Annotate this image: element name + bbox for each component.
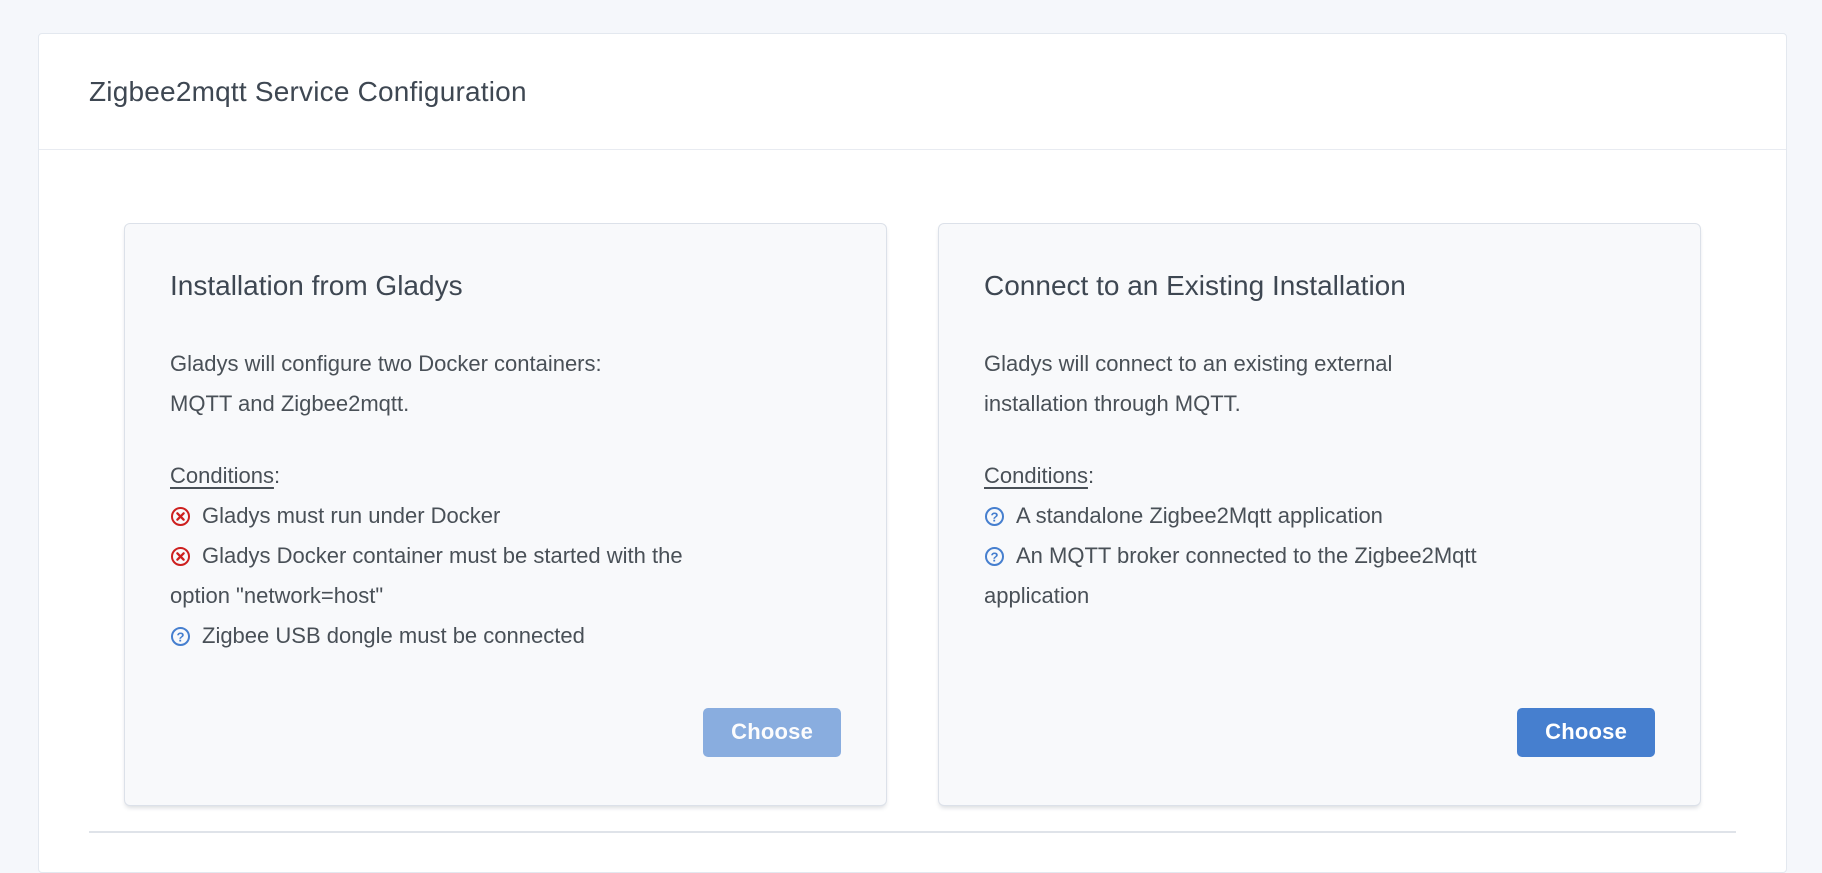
question-circle-icon: ? [170, 616, 191, 656]
conditions-heading: Conditions: [984, 456, 1655, 496]
condition-item: ? Gladys must run under Docker [170, 496, 730, 536]
conditions-colon: : [1087, 463, 1095, 488]
choose-local-installation-button[interactable]: Choose [703, 708, 841, 757]
panel-header: Zigbee2mqtt Service Configuration [39, 34, 1786, 150]
installation-options-row: Installation from Gladys Gladys will con… [124, 223, 1701, 806]
condition-text: Gladys Docker container must be started … [170, 543, 683, 608]
button-row: Choose [170, 708, 841, 757]
card-installation-from-gladys: Installation from Gladys Gladys will con… [124, 223, 887, 806]
conditions-label: Conditions [170, 463, 274, 488]
question-circle-icon: ? [984, 496, 1005, 536]
button-row: Choose [984, 708, 1655, 757]
svg-text:?: ? [990, 509, 998, 524]
condition-text: A standalone Zigbee2Mqtt application [1016, 503, 1383, 528]
condition-item: ? An MQTT broker connected to the Zigbee… [984, 536, 1544, 616]
section-divider [89, 831, 1736, 833]
condition-text: An MQTT broker connected to the Zigbee2M… [984, 543, 1477, 608]
conditions-block: Conditions: ? Gladys must run under Dock… [170, 456, 841, 656]
condition-text: Gladys must run under Docker [202, 503, 501, 528]
card-description: Gladys will connect to an existing exter… [984, 351, 1393, 416]
conditions-heading: Conditions: [170, 456, 841, 496]
service-configuration-panel: Zigbee2mqtt Service Configuration Instal… [38, 33, 1787, 873]
page-title: Zigbee2mqtt Service Configuration [89, 75, 527, 107]
card-connect-existing-installation: Connect to an Existing Installation Glad… [938, 223, 1701, 806]
conditions-colon: : [273, 463, 281, 488]
condition-item: ? A standalone Zigbee2Mqtt application [984, 496, 1544, 536]
card-description: Gladys will configure two Docker contain… [170, 351, 602, 416]
conditions-label: Conditions [984, 463, 1088, 488]
card-title: Installation from Gladys [170, 270, 463, 301]
times-circle-icon: ? [170, 496, 191, 536]
svg-text:?: ? [990, 549, 998, 564]
choose-existing-installation-button[interactable]: Choose [1517, 708, 1655, 757]
conditions-block: Conditions: ? A standalone Zigbee2Mqtt a… [984, 456, 1655, 616]
condition-item: ? Zigbee USB dongle must be connected [170, 616, 730, 656]
question-circle-icon: ? [984, 536, 1005, 576]
svg-text:?: ? [176, 629, 184, 644]
card-title: Connect to an Existing Installation [984, 270, 1406, 301]
condition-text: Zigbee USB dongle must be connected [202, 623, 585, 648]
panel-body: Installation from Gladys Gladys will con… [39, 150, 1786, 833]
times-circle-icon: ? [170, 536, 191, 576]
condition-item: ? Gladys Docker container must be starte… [170, 536, 730, 616]
